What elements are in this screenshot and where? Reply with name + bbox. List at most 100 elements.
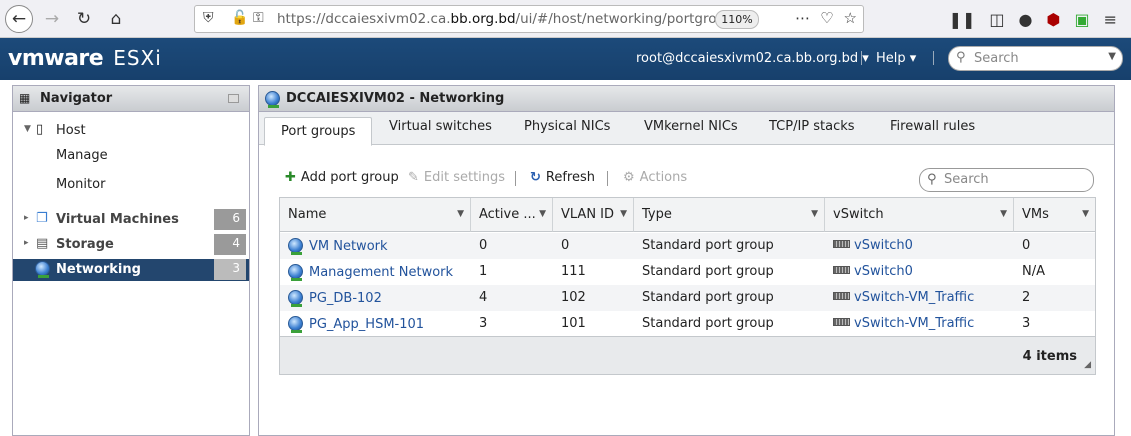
lock-warning-icon[interactable]: 🔓 — [231, 10, 248, 26]
item-count: 4 items — [1022, 349, 1077, 364]
chevron-down-icon[interactable]: ▼ — [1000, 209, 1007, 219]
sidebar-item-storage[interactable]: ▸ ▤ Storage 4 — [13, 234, 249, 256]
column-header-type[interactable]: Type ▼ — [634, 198, 825, 232]
chevron-down-icon[interactable]: ▼ — [539, 209, 546, 219]
tab-vmkernel-nics[interactable]: VMkernel NICs — [644, 119, 738, 134]
sidebar-item-monitor[interactable]: Monitor — [13, 174, 249, 196]
type: Standard port group — [642, 238, 774, 253]
vswitch-link[interactable]: vSwitch-VM_Traffic — [833, 316, 974, 331]
vswitch-icon — [833, 292, 850, 300]
reload-icon[interactable]: ↻ — [70, 5, 98, 33]
shield-icon[interactable]: ⛨ — [203, 10, 214, 26]
sidebar-item-host[interactable]: ▼ ▯ Host — [13, 120, 249, 142]
key-icon[interactable]: ⚿ — [253, 10, 264, 26]
column-header-vlan-id[interactable]: VLAN ID ▼ — [553, 198, 634, 232]
vswitch-link[interactable]: vSwitch0 — [833, 264, 913, 279]
column-header-vms[interactable]: VMs ▼ — [1014, 198, 1095, 232]
column-header-vswitch[interactable]: vSwitch ▼ — [825, 198, 1014, 232]
pocket-icon[interactable]: ♡ — [820, 9, 833, 27]
bookmark-star-icon[interactable]: ☆ — [844, 9, 857, 27]
networking-icon — [265, 91, 281, 108]
tab-physical-nics[interactable]: Physical NICs — [524, 119, 610, 134]
chevron-down-icon[interactable]: ▼ — [1108, 51, 1116, 62]
menu-icon[interactable]: ≡ — [1104, 10, 1117, 29]
active-ports: 4 — [479, 290, 488, 305]
grid-search-input[interactable]: ⚲ Search — [919, 168, 1094, 192]
add-port-group-icon: ✚ — [285, 170, 296, 185]
toolbar-divider — [607, 171, 608, 186]
url-text[interactable]: https://dccaiesxivm02.ca.bb.org.bd/ui/#/… — [277, 11, 741, 27]
column-header-name[interactable]: Name ▼ — [280, 198, 471, 232]
vlan-id: 0 — [561, 238, 570, 253]
tab-firewall-rules[interactable]: Firewall rules — [890, 119, 975, 134]
type: Standard port group — [642, 316, 774, 331]
vms-count: 2 — [1022, 290, 1031, 305]
vms-count: N/A — [1022, 264, 1045, 279]
sidebar-item-virtual-machines[interactable]: ▸ ❐ Virtual Machines 6 — [13, 209, 249, 231]
expand-right-icon[interactable]: ▸ — [24, 213, 29, 223]
back-arrow-icon[interactable]: ← — [5, 5, 33, 33]
help-menu[interactable]: Help ▾ — [876, 51, 916, 66]
toolbar-divider — [515, 171, 516, 186]
active-ports: 3 — [479, 316, 488, 331]
navigator-icon: ▦ — [19, 91, 31, 105]
add-port-group-button[interactable]: ✚ Add port group — [285, 170, 399, 185]
vlan-id: 101 — [561, 316, 586, 331]
vlan-id: 111 — [561, 264, 586, 279]
count-badge: 3 — [214, 259, 246, 280]
collapse-icon[interactable] — [228, 94, 239, 103]
zoom-level-badge[interactable]: 110% — [715, 10, 759, 29]
forward-arrow-icon[interactable]: → — [38, 5, 66, 33]
table-row[interactable]: PG_DB-102 4 102 Standard port group vSwi… — [280, 285, 1095, 311]
sidebar-item-manage[interactable]: Manage — [13, 145, 249, 167]
table-row[interactable]: Management Network 1 111 Standard port g… — [280, 259, 1095, 285]
port-group-name[interactable]: PG_DB-102 — [288, 290, 382, 307]
sidebar-icon[interactable]: ◫ — [989, 10, 1004, 29]
library-icon[interactable]: ❚❚ — [949, 10, 976, 29]
user-menu[interactable]: root@dccaiesxivm02.ca.bb.org.bd ▾ — [636, 51, 869, 66]
resize-grip-icon[interactable]: ◢ — [1084, 360, 1091, 370]
panel-title: DCCAIESXIVM02 - Networking — [259, 86, 1114, 112]
home-icon[interactable]: ⌂ — [102, 5, 130, 33]
type: Standard port group — [642, 264, 774, 279]
vswitch-link[interactable]: vSwitch0 — [833, 238, 913, 253]
expand-down-icon[interactable]: ▼ — [24, 124, 31, 134]
port-group-name[interactable]: PG_App_HSM-101 — [288, 316, 424, 333]
navigator-title: ▦ Navigator — [13, 86, 249, 112]
refresh-button[interactable]: ↻ Refresh — [530, 170, 595, 185]
more-actions-icon[interactable]: ⋯ — [795, 9, 810, 27]
port-group-icon — [288, 238, 303, 255]
tab-virtual-switches[interactable]: Virtual switches — [389, 119, 492, 134]
column-header-active[interactable]: Active ... ▼ — [471, 198, 553, 232]
navigator-panel: ▦ Navigator ▼ ▯ Host Manage Monitor ▸ ❐ … — [12, 85, 250, 436]
expand-right-icon[interactable]: ▸ — [24, 238, 29, 248]
vswitch-link[interactable]: vSwitch-VM_Traffic — [833, 290, 974, 305]
count-badge: 6 — [214, 209, 246, 230]
chevron-down-icon[interactable]: ▼ — [1082, 209, 1089, 219]
port-group-name[interactable]: Management Network — [288, 264, 453, 281]
actions-button[interactable]: ⚙ Actions — [623, 170, 687, 185]
chevron-down-icon[interactable]: ▼ — [457, 209, 464, 219]
storage-icon: ▤ — [36, 236, 49, 251]
sidebar-item-networking[interactable]: Networking 3 — [13, 259, 249, 281]
address-bar[interactable]: ⛨ 🔓 ⚿ https://dccaiesxivm02.ca.bb.org.bd… — [194, 5, 864, 33]
chevron-down-icon[interactable]: ▼ — [811, 209, 818, 219]
vswitch-icon — [833, 318, 850, 326]
edit-settings-button[interactable]: ✎ Edit settings — [408, 170, 505, 185]
account-icon[interactable]: ● — [1019, 10, 1033, 29]
table-row[interactable]: VM Network 0 0 Standard port group vSwit… — [280, 233, 1095, 259]
search-icon: ⚲ — [927, 172, 937, 187]
active-ports: 0 — [479, 238, 488, 253]
port-group-name[interactable]: VM Network — [288, 238, 388, 255]
header-divider — [933, 51, 934, 65]
count-badge: 4 — [214, 234, 246, 255]
networking-icon — [35, 261, 50, 278]
chevron-down-icon[interactable]: ▼ — [620, 209, 627, 219]
tab-tcp-ip-stacks[interactable]: TCP/IP stacks — [769, 119, 855, 134]
extension-icon[interactable]: ▣ — [1074, 10, 1089, 29]
ublock-icon[interactable]: ⬢ — [1047, 10, 1061, 29]
header-search-input[interactable]: ⚲ Search ▼ — [948, 46, 1123, 71]
active-ports: 1 — [479, 264, 488, 279]
tab-port-groups[interactable]: Port groups — [264, 117, 373, 146]
table-row[interactable]: PG_App_HSM-101 3 101 Standard port group… — [280, 311, 1095, 337]
